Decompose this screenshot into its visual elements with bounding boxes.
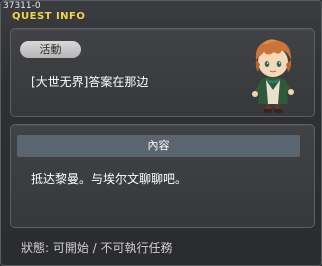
quest-id: 37311-0 — [3, 1, 41, 11]
quest-info-window: 37311-0 QUEST INFO 活動 [大世无界]答案在那边 內容 抵达黎… — [0, 0, 322, 266]
activity-tag: 活動 — [20, 41, 81, 58]
quest-content-text: 抵达黎曼。与埃尔文聊聊吧。 — [31, 172, 188, 186]
quest-status: 狀態: 可開始 / 不可執行任務 — [21, 241, 173, 255]
quest-summary-panel: 活動 [大世无界]答案在那边 — [10, 28, 315, 117]
window-title: QUEST INFO — [12, 11, 86, 22]
npc-character-portrait — [252, 39, 294, 113]
content-section-header: 內容 — [17, 135, 300, 157]
quest-name: [大世无界]答案在那边 — [31, 75, 149, 89]
quest-content-panel: 內容 抵达黎曼。与埃尔文聊聊吧。 — [10, 124, 315, 228]
